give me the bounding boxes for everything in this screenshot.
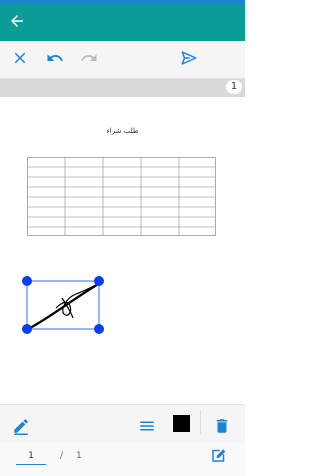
edit-document-icon[interactable] xyxy=(210,446,228,464)
page-strip xyxy=(0,79,245,97)
undo-icon[interactable] xyxy=(46,49,64,67)
signature-selection[interactable] xyxy=(18,274,108,336)
resize-handle-bottom-left[interactable] xyxy=(22,324,32,334)
document-page[interactable] xyxy=(0,98,245,404)
pen-icon[interactable] xyxy=(12,417,30,435)
resize-handle-top-right[interactable] xyxy=(94,276,104,286)
send-icon[interactable] xyxy=(180,49,198,67)
document-title: طلب شراء xyxy=(106,127,139,135)
color-swatch[interactable] xyxy=(173,415,190,432)
resize-handle-top-left[interactable] xyxy=(22,276,32,286)
app-bar xyxy=(0,4,245,41)
trash-icon[interactable] xyxy=(213,417,231,435)
resize-handle-bottom-right[interactable] xyxy=(94,324,104,334)
page-separator: / xyxy=(60,451,64,461)
current-page-input[interactable]: 1 xyxy=(16,448,46,465)
edit-toolbar xyxy=(0,41,245,79)
close-icon[interactable] xyxy=(11,49,29,67)
drawing-toolbar xyxy=(0,404,245,443)
arrow-left-icon[interactable] xyxy=(8,12,26,30)
line-weight-icon[interactable] xyxy=(138,417,156,435)
toolbar-divider xyxy=(200,410,201,434)
page-indicator-badge: 1 xyxy=(226,80,242,94)
document-table xyxy=(27,157,216,236)
total-pages: 1 xyxy=(76,451,82,461)
redo-icon[interactable] xyxy=(80,49,98,67)
